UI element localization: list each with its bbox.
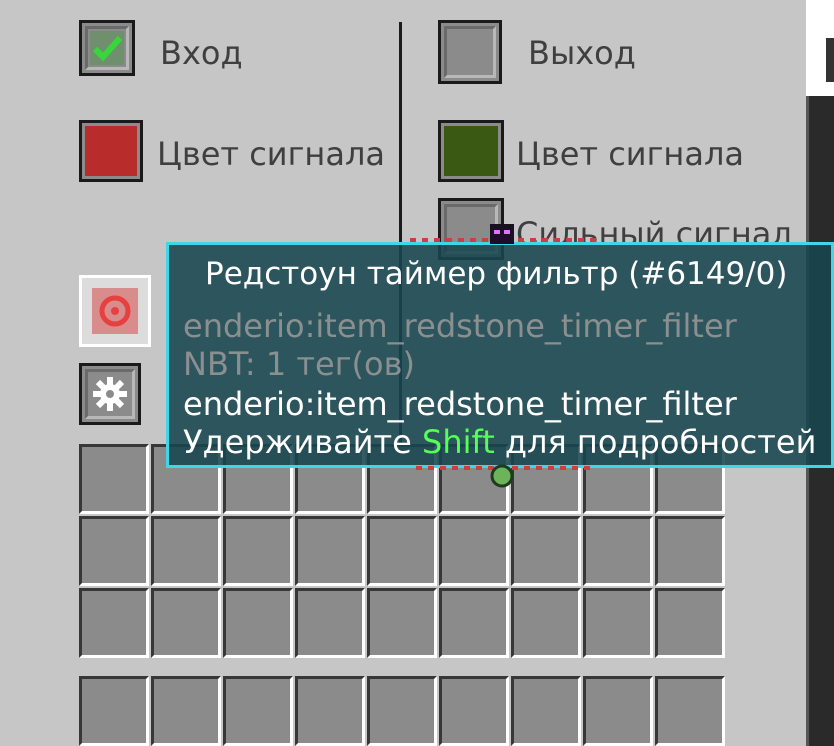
redstone-timer-filter-icon [92, 288, 138, 334]
hotbar-slot[interactable] [151, 676, 221, 746]
input-enabled-toggle[interactable] [79, 20, 135, 76]
inventory-slot[interactable] [655, 588, 725, 658]
gear-icon [93, 377, 127, 411]
input-signal-color-label: Цвет сигнала [157, 135, 385, 173]
inventory-slot[interactable] [583, 516, 653, 586]
inventory-slot[interactable] [439, 516, 509, 586]
hotbar-slot[interactable] [655, 676, 725, 746]
hotbar-slot[interactable] [223, 676, 293, 746]
inventory-slot[interactable] [295, 516, 365, 586]
tooltip-nbt: NBT: 1 тег(ов) [183, 345, 415, 383]
inventory-slot[interactable] [79, 444, 149, 514]
input-enabled-label: Вход [160, 34, 243, 72]
inventory-slot[interactable] [151, 516, 221, 586]
inventory-slot[interactable] [79, 516, 149, 586]
output-signal-color-label: Цвет сигнала [516, 135, 744, 173]
input-signal-color-button[interactable] [79, 120, 143, 182]
inventory-slot[interactable] [439, 588, 509, 658]
signal-color-swatch [444, 126, 498, 176]
checkmark-icon [90, 31, 124, 65]
inventory-slot[interactable] [295, 588, 365, 658]
inventory-slot[interactable] [367, 516, 437, 586]
inventory-slot[interactable] [79, 588, 149, 658]
inventory-slot[interactable] [223, 516, 293, 586]
toggle-frame [444, 26, 496, 78]
hotbar-slot[interactable] [583, 676, 653, 746]
hotbar-slot[interactable] [367, 676, 437, 746]
settings-button[interactable] [79, 363, 141, 425]
hint-prefix: Удерживайте [183, 423, 423, 461]
output-signal-color-button[interactable] [438, 120, 504, 182]
filter-slot[interactable] [79, 275, 151, 347]
hotbar-slot[interactable] [79, 676, 149, 746]
inventory-slot[interactable] [367, 588, 437, 658]
inventory-slot[interactable] [511, 516, 581, 586]
connection-wire [410, 224, 596, 488]
hotbar-slot[interactable] [439, 676, 509, 746]
inventory-slot[interactable] [511, 588, 581, 658]
hotbar-slot[interactable] [295, 676, 365, 746]
inventory-slot[interactable] [151, 588, 221, 658]
inventory-slot[interactable] [223, 588, 293, 658]
signal-color-swatch [85, 126, 137, 176]
hotbar-slot[interactable] [511, 676, 581, 746]
window-edge [826, 38, 834, 82]
inventory-slot[interactable] [655, 516, 725, 586]
inventory-slot[interactable] [583, 588, 653, 658]
output-enabled-label: Выход [528, 34, 636, 72]
output-enabled-toggle[interactable] [438, 20, 502, 84]
